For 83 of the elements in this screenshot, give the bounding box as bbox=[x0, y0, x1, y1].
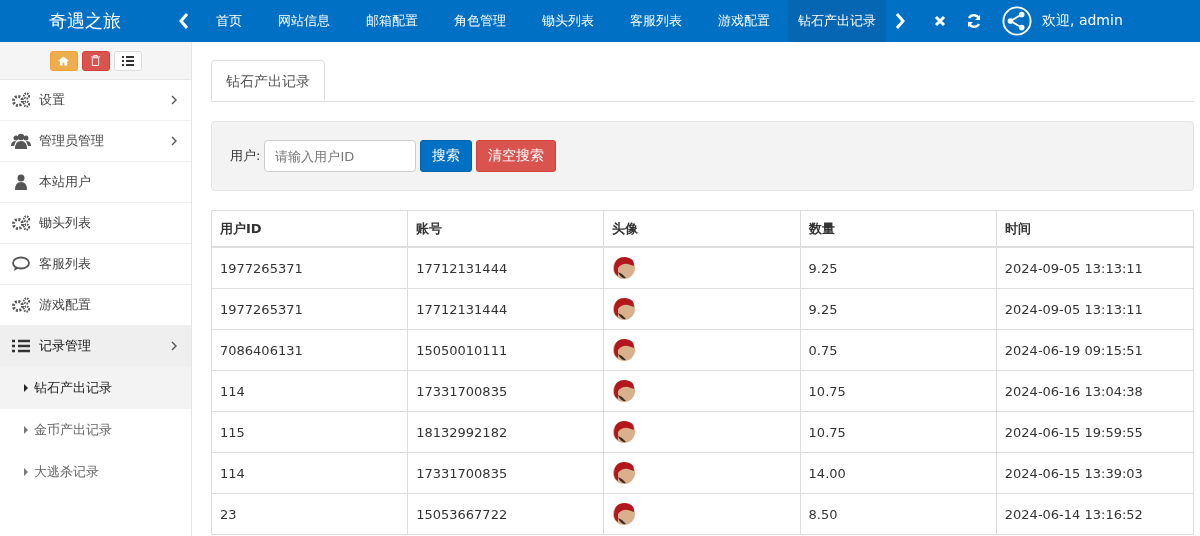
search-button[interactable]: 搜索 bbox=[420, 140, 473, 172]
avatar-icon bbox=[612, 461, 637, 485]
user-menu[interactable]: 欢迎, admin bbox=[1042, 12, 1123, 30]
column-header: 头像 bbox=[604, 211, 801, 246]
close-icon[interactable] bbox=[934, 15, 946, 27]
table-cell-text: 2024-06-19 09:15:51 bbox=[1003, 341, 1144, 360]
list-icon bbox=[121, 55, 134, 66]
nav-tab[interactable]: 锄头列表 bbox=[532, 0, 604, 42]
sidebar-item[interactable]: 记录管理 bbox=[0, 326, 191, 367]
nav-tab[interactable]: 网站信息 bbox=[268, 0, 340, 42]
page-tab[interactable]: 钻石产出记录 bbox=[211, 60, 325, 101]
sidebar-item[interactable]: 本站用户 bbox=[0, 162, 191, 203]
sidebar-item[interactable]: 锄头列表 bbox=[0, 203, 191, 244]
avatar-icon bbox=[612, 502, 637, 526]
chevron-left-icon[interactable] bbox=[178, 13, 190, 29]
avatar-icon bbox=[612, 256, 637, 280]
list-button[interactable] bbox=[113, 50, 142, 71]
user-id-input[interactable]: 请输入用户ID bbox=[264, 140, 417, 172]
column-header: 用户ID bbox=[212, 211, 409, 246]
avatar-icon bbox=[612, 297, 637, 321]
trash-icon bbox=[91, 55, 100, 66]
table-cell: 23 bbox=[212, 494, 409, 534]
nav-tab[interactable]: 钻石产出记录 bbox=[788, 0, 886, 42]
table-cell-text: 2024-09-05 13:13:11 bbox=[1003, 259, 1144, 278]
table-cell: 7086406131 bbox=[212, 330, 409, 370]
sidebar-item[interactable]: 管理员管理 bbox=[0, 121, 191, 162]
column-header: 时间 bbox=[1003, 219, 1032, 238]
table-cell: 15053667722 bbox=[408, 494, 605, 534]
gears-icon bbox=[11, 92, 31, 108]
table-cell: 17331700835 bbox=[408, 453, 605, 493]
table-cell: 15050010111 bbox=[408, 330, 605, 370]
sidebar-subitem[interactable]: 大逃杀记录 bbox=[0, 451, 191, 493]
gears-icon bbox=[11, 297, 31, 313]
table-cell: 10.75 bbox=[800, 412, 997, 452]
table-cell: 9.25 bbox=[800, 289, 997, 329]
sidebar-subitem[interactable]: 金币产出记录 bbox=[0, 409, 191, 451]
users-icon bbox=[11, 133, 31, 149]
app-logo: 奇遇之旅 bbox=[48, 9, 122, 33]
table-cell: 14.00 bbox=[800, 453, 997, 493]
table-cell: 114 bbox=[212, 453, 409, 493]
nav-tab[interactable]: 角色管理 bbox=[444, 0, 516, 42]
caret-icon bbox=[24, 384, 28, 392]
table-cell: 0.75 bbox=[800, 330, 997, 370]
sidebar-subitem[interactable]: 钻石产出记录 bbox=[0, 367, 191, 409]
table-cell-text: 2024-06-15 19:59:55 bbox=[1003, 423, 1144, 442]
avatar-icon bbox=[612, 379, 637, 403]
home-icon bbox=[58, 55, 69, 66]
sidebar-item[interactable]: 设置 bbox=[0, 80, 191, 121]
avatar-icon bbox=[612, 338, 637, 362]
table-cell: 8.50 bbox=[800, 494, 997, 534]
column-header: 账号 bbox=[408, 211, 605, 246]
chevron-right-icon[interactable] bbox=[894, 13, 906, 29]
nav-tab[interactable]: 邮箱配置 bbox=[356, 0, 428, 42]
table-cell: 1977265371 bbox=[212, 248, 409, 288]
table-cell: 9.25 bbox=[800, 248, 997, 288]
chat-icon bbox=[11, 256, 31, 272]
nav-tab[interactable]: 游戏配置 bbox=[708, 0, 780, 42]
clear-search-button[interactable]: 清空搜索 bbox=[476, 140, 557, 172]
column-header: 数量 bbox=[800, 211, 997, 246]
user-label: 用户: bbox=[230, 147, 261, 165]
nav-tab[interactable]: 首页 bbox=[206, 0, 252, 42]
share-icon[interactable] bbox=[1002, 6, 1032, 36]
table-cell: 1977265371 bbox=[212, 289, 409, 329]
refresh-icon[interactable] bbox=[966, 13, 982, 29]
avatar-icon bbox=[612, 420, 637, 444]
gears-icon bbox=[11, 215, 31, 231]
table-cell-text: 2024-06-15 13:39:03 bbox=[1003, 464, 1144, 483]
table-cell-text: 2024-06-16 13:04:38 bbox=[1003, 382, 1144, 401]
table-cell: 114 bbox=[212, 371, 409, 411]
caret-icon bbox=[24, 468, 28, 476]
table-cell: 115 bbox=[212, 412, 409, 452]
table-cell: 18132992182 bbox=[408, 412, 605, 452]
table-cell: 17712131444 bbox=[408, 248, 605, 288]
table-cell: 17712131444 bbox=[408, 289, 605, 329]
list-icon bbox=[11, 338, 31, 354]
table-cell-text: 2024-09-05 13:13:11 bbox=[1003, 300, 1144, 319]
table-cell: 17331700835 bbox=[408, 371, 605, 411]
table-cell-text: 2024-06-14 13:16:52 bbox=[1003, 505, 1144, 524]
nav-tab[interactable]: 客服列表 bbox=[620, 0, 692, 42]
sidebar-item[interactable]: 客服列表 bbox=[0, 244, 191, 285]
trash-button[interactable] bbox=[81, 50, 110, 71]
caret-icon bbox=[24, 426, 28, 434]
table-cell: 10.75 bbox=[800, 371, 997, 411]
